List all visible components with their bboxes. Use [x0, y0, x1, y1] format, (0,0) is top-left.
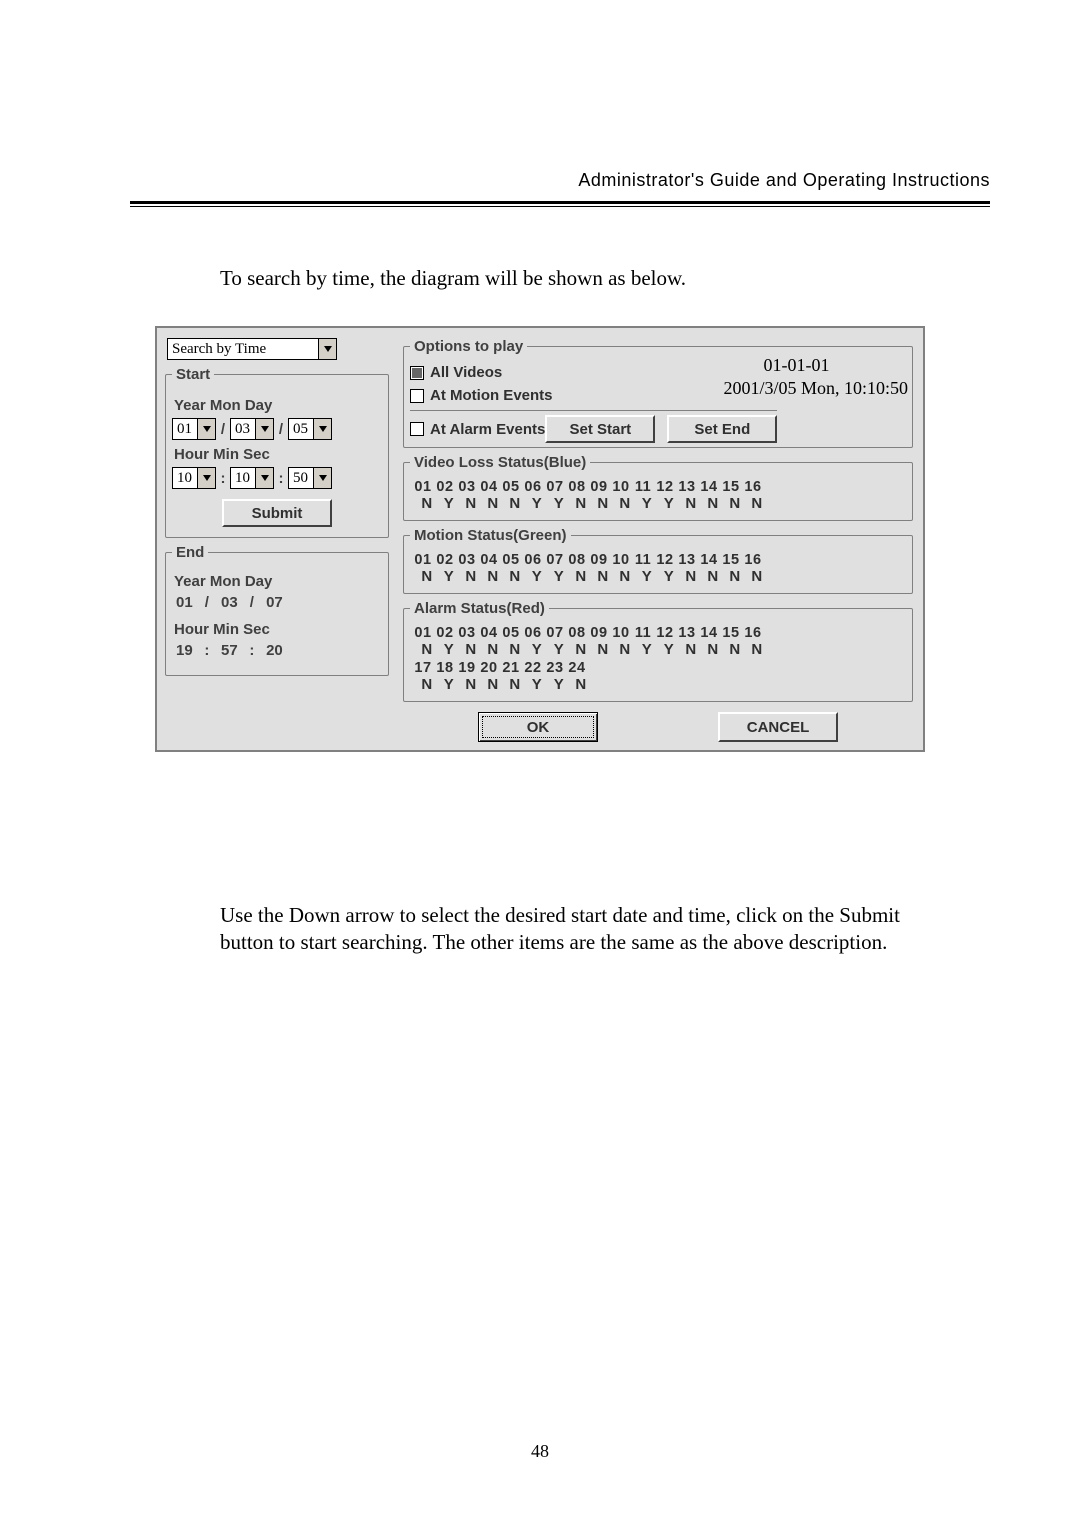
- alarm-nums1: 01020304050607080910111213141516: [412, 625, 906, 641]
- chevron-down-icon[interactable]: [313, 419, 331, 439]
- start-hms-label: Hour Min Sec: [174, 446, 382, 463]
- motion-status-group: Motion Status(Green) 0102030405060708091…: [403, 527, 913, 594]
- intro-text: To search by time, the diagram will be s…: [220, 266, 686, 291]
- motion-nums: 01020304050607080910111213141516: [412, 552, 906, 568]
- end-hms-label: Hour Min Sec: [174, 621, 382, 638]
- start-day-value: 05: [289, 419, 313, 439]
- options-legend: Options to play: [410, 338, 527, 355]
- checkbox-checked-icon[interactable]: [410, 366, 424, 380]
- page-header: Administrator's Guide and Operating Inst…: [130, 170, 990, 191]
- motion-flags: NYNNNYYNNNYYNNNN: [416, 568, 906, 585]
- video-loss-legend: Video Loss Status(Blue): [410, 454, 590, 471]
- end-day: 07: [266, 594, 283, 611]
- start-day-combo[interactable]: 05: [288, 418, 332, 440]
- options-group: Options to play All Videos At Motion Eve…: [403, 338, 913, 448]
- start-mon-combo[interactable]: 03: [230, 418, 274, 440]
- checkbox-icon[interactable]: [410, 389, 424, 403]
- sep: /: [242, 594, 262, 611]
- sep: /: [197, 594, 217, 611]
- set-end-button[interactable]: Set End: [667, 415, 777, 443]
- start-hour-value: 10: [173, 468, 197, 488]
- vl-nums: 01020304050607080910111213141516: [412, 479, 906, 495]
- start-sec-combo[interactable]: 50: [288, 467, 332, 489]
- cancel-button[interactable]: CANCEL: [718, 712, 838, 742]
- chevron-down-icon[interactable]: [313, 468, 331, 488]
- date-long: 2001/3/05 Mon, 10:10:50: [723, 378, 908, 399]
- alarm-flags1: NYNNNYYNNNYYNNNN: [416, 641, 906, 658]
- mode-combo[interactable]: Search by Time: [167, 338, 337, 360]
- end-min: 57: [221, 642, 238, 659]
- start-hour-combo[interactable]: 10: [172, 467, 216, 489]
- start-min-value: 10: [231, 468, 255, 488]
- alarm-status-legend: Alarm Status(Red): [410, 600, 549, 617]
- ok-button[interactable]: OK: [478, 712, 598, 742]
- paragraph: Use the Down arrow to select the desired…: [220, 902, 910, 956]
- end-legend: End: [172, 544, 208, 561]
- end-date-row: 01 / 03 / 07: [176, 594, 382, 611]
- end-time-row: 19 : 57 : 20: [176, 642, 382, 659]
- alarm-events-label: At Alarm Events: [430, 421, 545, 438]
- end-sec: 20: [266, 642, 283, 659]
- header-rule: [130, 201, 990, 207]
- end-hour: 19: [176, 642, 193, 659]
- current-datetime: 01-01-01 2001/3/05 Mon, 10:10:50: [723, 355, 908, 399]
- search-dialog: Search by Time Start Year Mon Day 01 /: [155, 326, 925, 752]
- date-short: 01-01-01: [763, 355, 908, 376]
- vl-flags: NYNNNYYNNNYYNNNN: [416, 495, 906, 512]
- end-mon: 03: [221, 594, 238, 611]
- motion-events-row[interactable]: At Motion Events: [410, 387, 777, 404]
- page-number: 48: [0, 1441, 1080, 1462]
- start-group: Start Year Mon Day 01 / 03 /: [165, 366, 389, 538]
- sep: :: [197, 642, 217, 659]
- alarm-flags2: NYNNNYYN: [416, 676, 906, 693]
- start-legend: Start: [172, 366, 214, 383]
- end-ymd-label: Year Mon Day: [174, 573, 382, 590]
- start-year-combo[interactable]: 01: [172, 418, 216, 440]
- chevron-down-icon[interactable]: [197, 468, 215, 488]
- mode-combo-value: Search by Time: [168, 339, 318, 359]
- start-min-combo[interactable]: 10: [230, 467, 274, 489]
- alarm-status-group: Alarm Status(Red) 0102030405060708091011…: [403, 600, 913, 702]
- sep: :: [274, 470, 288, 487]
- sep: :: [242, 642, 262, 659]
- motion-events-label: At Motion Events: [430, 387, 553, 404]
- chevron-down-icon[interactable]: [255, 468, 273, 488]
- all-videos-row[interactable]: All Videos: [410, 364, 777, 381]
- checkbox-icon[interactable]: [410, 422, 424, 436]
- sep: :: [216, 470, 230, 487]
- alarm-events-row[interactable]: At Alarm Events: [410, 421, 545, 438]
- end-group: End Year Mon Day 01 / 03 / 07 Hour Min S…: [165, 544, 389, 676]
- sep: /: [274, 421, 288, 438]
- end-year: 01: [176, 594, 193, 611]
- chevron-down-icon[interactable]: [255, 419, 273, 439]
- submit-button[interactable]: Submit: [222, 499, 332, 527]
- motion-status-legend: Motion Status(Green): [410, 527, 571, 544]
- start-year-value: 01: [173, 419, 197, 439]
- sep: /: [216, 421, 230, 438]
- video-loss-group: Video Loss Status(Blue) 0102030405060708…: [403, 454, 913, 521]
- set-start-button[interactable]: Set Start: [545, 415, 655, 443]
- chevron-down-icon[interactable]: [318, 339, 336, 359]
- alarm-nums2: 1718192021222324: [412, 660, 906, 676]
- start-sec-value: 50: [289, 468, 313, 488]
- start-mon-value: 03: [231, 419, 255, 439]
- all-videos-label: All Videos: [430, 364, 502, 381]
- start-ymd-label: Year Mon Day: [174, 397, 382, 414]
- chevron-down-icon[interactable]: [197, 419, 215, 439]
